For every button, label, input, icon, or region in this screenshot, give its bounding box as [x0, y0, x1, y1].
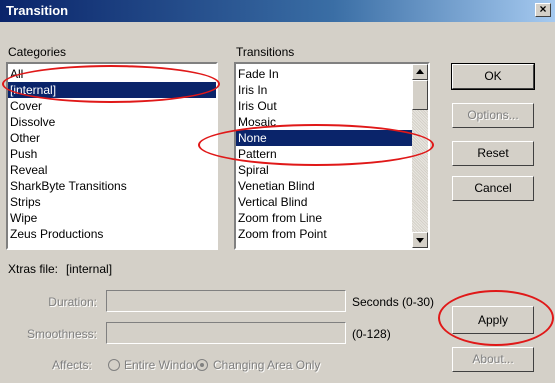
- list-item[interactable]: All: [8, 66, 216, 82]
- list-item[interactable]: Other: [8, 130, 216, 146]
- radio-entire-window-label: Entire Window: [124, 358, 202, 372]
- smoothness-label: Smoothness:: [26, 327, 97, 341]
- list-item[interactable]: Cover: [8, 98, 216, 114]
- list-item[interactable]: Wipe: [8, 210, 216, 226]
- transitions-scrollbar[interactable]: [412, 64, 428, 248]
- affects-label: Affects:: [52, 358, 92, 372]
- ok-button[interactable]: OK: [451, 63, 535, 90]
- list-item[interactable]: Reveal: [8, 162, 216, 178]
- list-item[interactable]: Strips: [8, 194, 216, 210]
- window-title: Transition: [6, 3, 69, 18]
- scroll-thumb[interactable]: [412, 80, 428, 110]
- list-item[interactable]: Spiral: [236, 162, 428, 178]
- xtras-file-label: Xtras file:: [8, 262, 59, 276]
- list-item[interactable]: Zoom from Line: [236, 210, 428, 226]
- cancel-button-label: Cancel: [474, 181, 512, 195]
- reset-button[interactable]: Reset: [452, 141, 534, 166]
- list-item[interactable]: Vertical Blind: [236, 194, 428, 210]
- apply-button-label: Apply: [477, 313, 509, 327]
- apply-button[interactable]: Apply: [452, 306, 534, 334]
- list-item[interactable]: Pattern: [236, 146, 428, 162]
- arrow-up-icon: [416, 69, 424, 74]
- scroll-down-button[interactable]: [412, 232, 428, 248]
- list-item[interactable]: Mosaic: [236, 114, 428, 130]
- ok-button-label: OK: [484, 69, 502, 83]
- radio-entire-window: [108, 359, 120, 371]
- radio-changing-area-only: [196, 359, 208, 371]
- cancel-button[interactable]: Cancel: [452, 176, 534, 201]
- list-item[interactable]: Iris Out: [236, 98, 428, 114]
- transition-dialog: Transition × Categories All [internal] C…: [0, 0, 555, 383]
- duration-slider: [106, 290, 346, 312]
- list-item[interactable]: Zeus Productions: [8, 226, 216, 242]
- arrow-down-icon: [416, 238, 424, 243]
- xtras-file-value: [internal]: [66, 262, 113, 276]
- reset-button-label: Reset: [477, 146, 509, 160]
- list-item[interactable]: Venetian Blind: [236, 178, 428, 194]
- list-item[interactable]: Iris In: [236, 82, 428, 98]
- list-item[interactable]: Fade In: [236, 66, 428, 82]
- categories-label: Categories: [8, 45, 67, 59]
- transitions-list[interactable]: Fade In Iris In Iris Out Mosaic None Pat…: [234, 62, 430, 250]
- categories-list[interactable]: All [internal] Cover Dissolve Other Push…: [6, 62, 218, 250]
- list-item-selected[interactable]: [internal]: [8, 82, 216, 98]
- close-icon[interactable]: ×: [535, 3, 551, 17]
- duration-units: Seconds (0-30): [352, 295, 435, 309]
- options-button: Options...: [452, 103, 534, 128]
- list-item[interactable]: SharkByte Transitions: [8, 178, 216, 194]
- about-button-label: About...: [472, 352, 514, 366]
- list-item[interactable]: Zoom from Point: [236, 226, 428, 242]
- title-bar: Transition ×: [0, 0, 555, 22]
- about-button: About...: [452, 347, 534, 372]
- list-item[interactable]: Push: [8, 146, 216, 162]
- radio-changing-area-only-label: Changing Area Only: [213, 358, 321, 372]
- smoothness-slider: [106, 322, 346, 344]
- smoothness-units: (0-128): [352, 327, 391, 341]
- transitions-label: Transitions: [236, 45, 295, 59]
- radio-selected-dot: [200, 363, 204, 367]
- list-item-selected[interactable]: None: [236, 130, 428, 146]
- options-button-label: Options...: [467, 108, 519, 122]
- list-item[interactable]: Dissolve: [8, 114, 216, 130]
- scroll-up-button[interactable]: [412, 64, 428, 80]
- duration-label: Duration:: [48, 295, 97, 309]
